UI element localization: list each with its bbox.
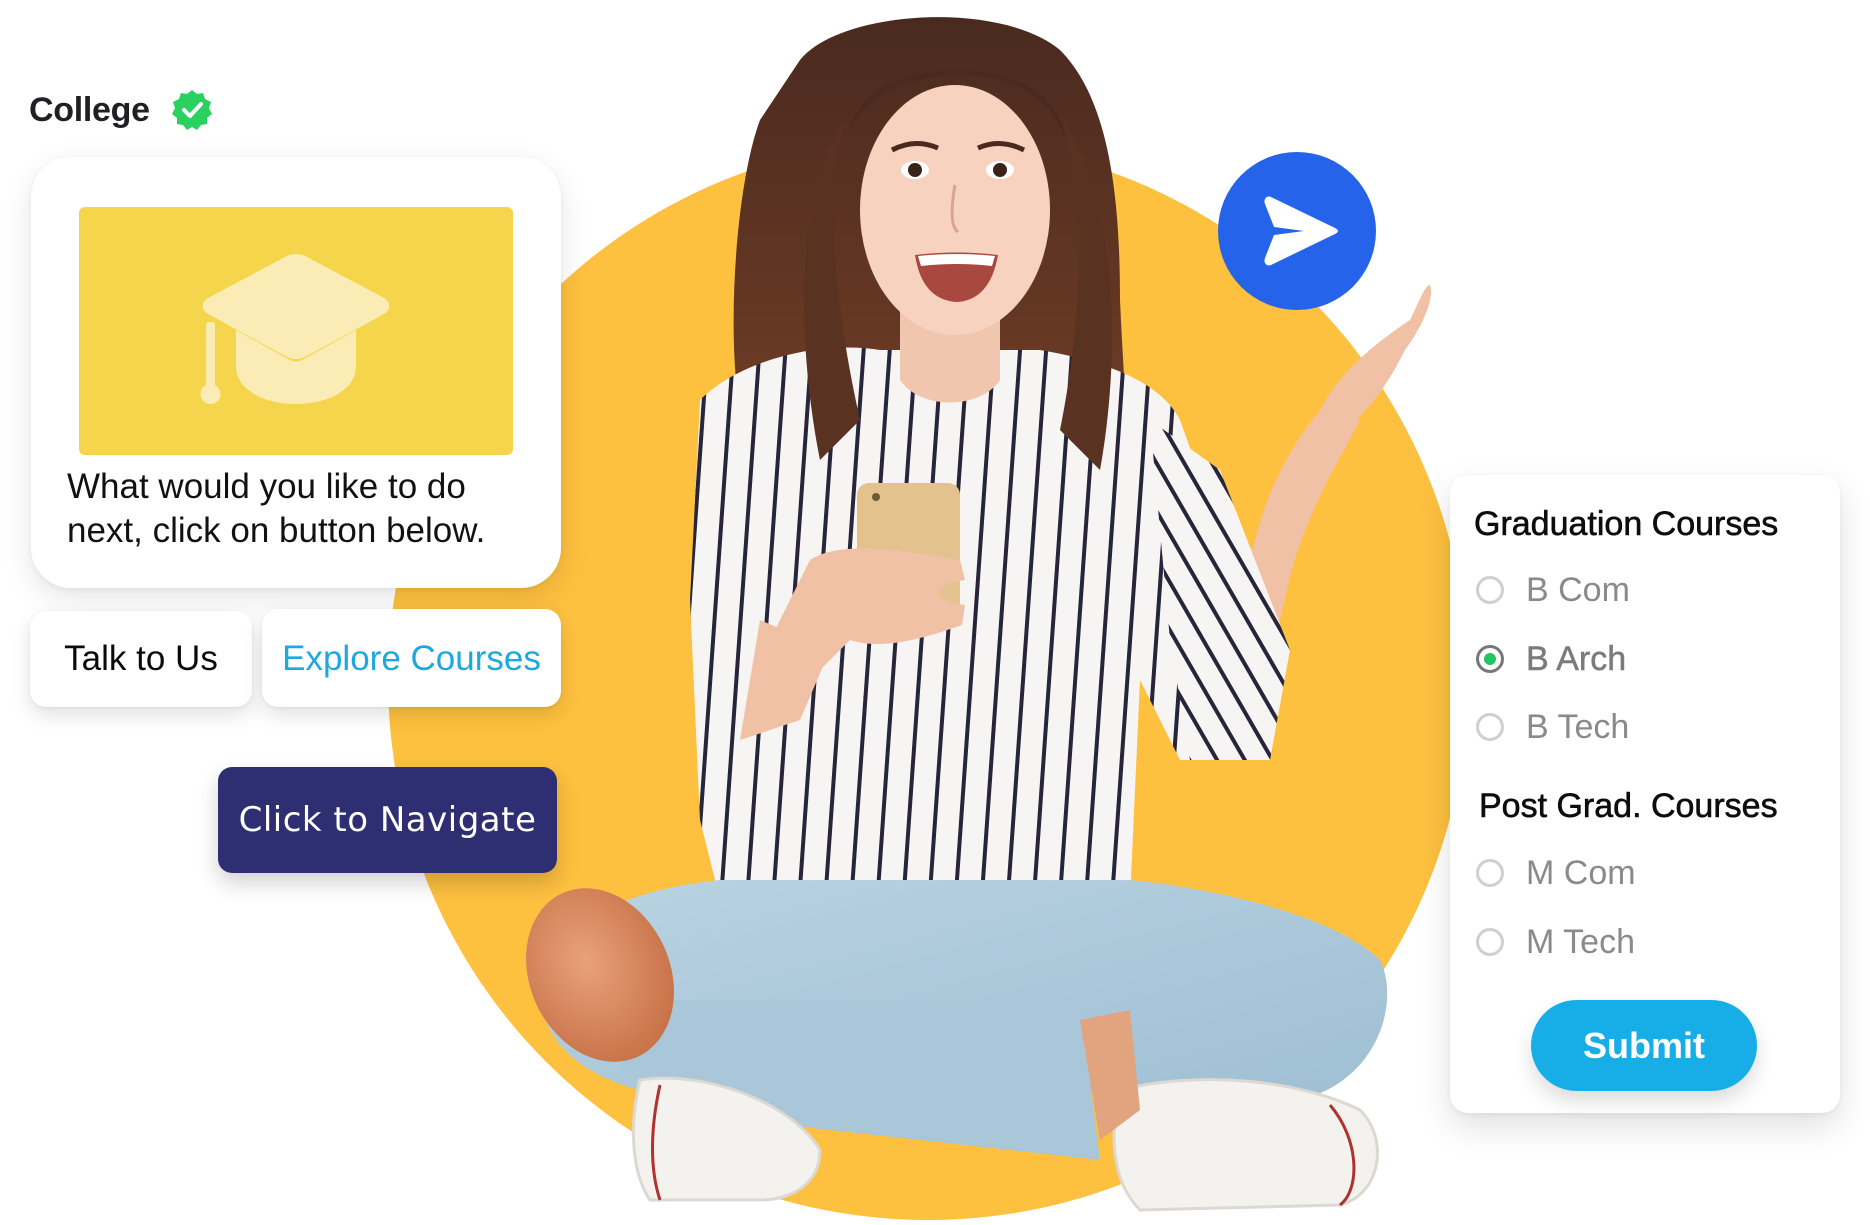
talk-to-us-button[interactable]: Talk to Us (30, 611, 252, 707)
radio-option-m-tech[interactable]: M Tech (1476, 922, 1635, 962)
radio-label: B Com (1526, 570, 1630, 609)
radio-option-b-arch[interactable]: B Arch (1476, 639, 1626, 679)
click-to-navigate-button[interactable]: Click to Navigate (218, 767, 557, 873)
radio-label: M Com (1526, 853, 1636, 892)
graduation-courses-title: Graduation Courses (1474, 505, 1779, 544)
chat-message-text: What would you like to do next, click on… (67, 467, 486, 550)
radio-label: B Arch (1526, 639, 1627, 678)
post-grad-courses-title: Post Grad. Courses (1479, 787, 1778, 826)
radio-button-checked[interactable] (1476, 645, 1504, 673)
radio-button[interactable] (1476, 928, 1504, 956)
radio-button[interactable] (1476, 713, 1504, 741)
brand-header: College (29, 88, 214, 132)
send-icon (1264, 196, 1338, 266)
brand-name: College (29, 90, 150, 129)
radio-option-b-com[interactable]: B Com (1476, 570, 1630, 610)
right-hand (1320, 285, 1431, 425)
radio-button[interactable] (1476, 859, 1504, 887)
chat-message-card: What would you like to do next, click on… (31, 157, 561, 588)
radio-button[interactable] (1476, 576, 1504, 604)
submit-button[interactable]: Submit (1531, 1000, 1757, 1091)
graduation-cap-icon (200, 254, 390, 404)
explore-courses-button[interactable]: Explore Courses (262, 609, 561, 707)
radio-option-b-tech[interactable]: B Tech (1476, 707, 1629, 747)
radio-option-m-com[interactable]: M Com (1476, 853, 1636, 893)
right-shoe (1112, 1078, 1379, 1212)
radio-label: M Tech (1526, 922, 1635, 961)
radio-label: B Tech (1526, 707, 1630, 746)
course-selection-card: Graduation Courses B Com B Arch B Tech P… (1450, 475, 1840, 1113)
chat-image-banner (79, 207, 513, 455)
send-button[interactable] (1218, 152, 1376, 310)
verified-badge-icon (171, 90, 212, 130)
